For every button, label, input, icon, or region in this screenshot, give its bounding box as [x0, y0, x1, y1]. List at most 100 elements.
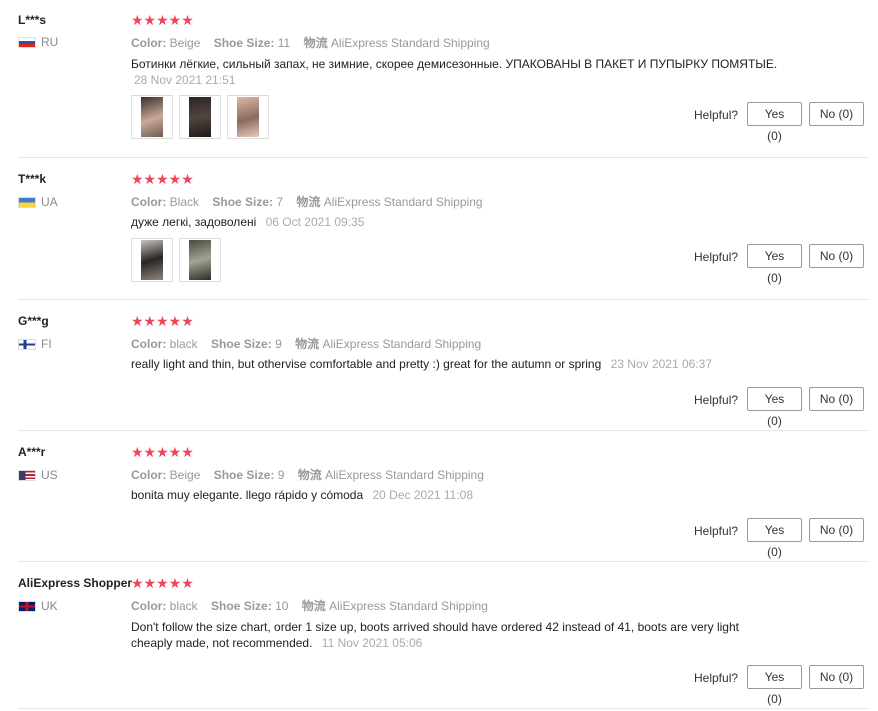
reviewer-name: AliExpress Shopper — [18, 576, 133, 590]
boot-photo-icon — [141, 97, 163, 137]
flag-ru-icon — [18, 36, 36, 48]
review-photos — [131, 238, 227, 282]
review-text: Ботинки лёгкие, сильный запах, не зимние… — [131, 56, 831, 88]
boot-photo-icon — [189, 240, 211, 280]
flag-uk-icon — [18, 600, 36, 612]
review-photo-thumb[interactable] — [131, 95, 173, 139]
reviewer-name: L***s — [18, 13, 47, 27]
star-rating: ★★★★★ — [131, 171, 194, 187]
shipping-label: 物流 — [301, 599, 326, 613]
review-photo-thumb[interactable] — [227, 95, 269, 139]
helpful-label: Helpful? — [694, 524, 739, 538]
helpful-no-button[interactable]: No (0) — [809, 102, 864, 126]
star-rating: ★★★★★ — [131, 313, 194, 329]
divider — [18, 430, 869, 431]
reviewer-name: T***k — [18, 172, 47, 186]
color-value: Beige — [169, 36, 201, 50]
helpful-yes-button[interactable]: Yes (0) — [747, 518, 802, 559]
divider — [18, 708, 869, 709]
helpful-no-button[interactable]: No (0) — [809, 518, 864, 542]
shipping-value: AliExpress Standard Shipping — [325, 468, 484, 482]
review-text: дуже легкі, задоволені 06 Oct 2021 09:35 — [131, 214, 831, 230]
color-label: Color: — [131, 337, 167, 351]
review-date: 11 Nov 2021 05:06 — [321, 636, 423, 650]
helpful-no-button[interactable]: No (0) — [809, 244, 864, 268]
review-attributes: Color: Beige Shoe Size: 11 物流 AliExpress… — [131, 34, 490, 51]
helpful-label: Helpful? — [694, 108, 739, 122]
size-value: 11 — [277, 36, 291, 50]
color-label: Color: — [131, 468, 167, 482]
review-body: bonita muy elegante. llego rápido y cómo… — [131, 488, 364, 502]
star-rating: ★★★★★ — [131, 12, 194, 28]
shipping-label: 物流 — [296, 195, 321, 209]
shipping-value: AliExpress Standard Shipping — [330, 36, 490, 50]
size-label: Shoe Size: — [211, 337, 272, 351]
review-attributes: Color: black Shoe Size: 9 物流 AliExpress … — [131, 335, 481, 352]
flag-us-icon — [18, 469, 36, 481]
helpful-yes-button[interactable]: Yes (0) — [747, 665, 802, 706]
boot-photo-icon — [237, 97, 259, 137]
helpful-no-button[interactable]: No (0) — [809, 665, 864, 689]
review-text: Don't follow the size chart, order 1 siz… — [131, 619, 771, 651]
color-label: Color: — [131, 599, 167, 613]
size-value: 10 — [275, 599, 289, 613]
review-text: bonita muy elegante. llego rápido y cómo… — [131, 487, 831, 503]
review-date: 28 Nov 2021 21:51 — [134, 73, 236, 87]
review-photo-thumb[interactable] — [179, 238, 221, 282]
helpful-label: Helpful? — [694, 393, 739, 407]
size-label: Shoe Size: — [213, 468, 275, 482]
review-attributes: Color: Black Shoe Size: 7 物流 AliExpress … — [131, 193, 483, 210]
reviewer-country: US — [18, 468, 58, 482]
size-value: 7 — [276, 195, 284, 209]
shipping-label: 物流 — [297, 468, 322, 482]
review-date: 20 Dec 2021 11:08 — [372, 488, 474, 502]
reviewer-country: FI — [18, 337, 52, 351]
star-rating: ★★★★★ — [131, 444, 194, 460]
reviewer-name: G***g — [18, 314, 49, 328]
divider — [18, 561, 869, 562]
country-code: UK — [41, 599, 58, 613]
helpful-label: Helpful? — [694, 250, 739, 264]
size-label: Shoe Size: — [211, 599, 272, 613]
flag-fi-icon — [18, 338, 36, 350]
country-code: US — [41, 468, 58, 482]
helpful-yes-button[interactable]: Yes (0) — [747, 244, 802, 285]
review-photo-thumb[interactable] — [179, 95, 221, 139]
review-photos — [131, 95, 275, 139]
country-code: UA — [41, 195, 58, 209]
boot-photo-icon — [141, 240, 163, 280]
review-attributes: Color: Beige Shoe Size: 9 物流 AliExpress … — [131, 466, 484, 483]
color-value: black — [169, 599, 198, 613]
review-date: 23 Nov 2021 06:37 — [610, 357, 713, 371]
color-value: Beige — [169, 468, 201, 482]
size-value: 9 — [275, 337, 282, 351]
country-code: RU — [41, 35, 59, 49]
reviewer-country: UA — [18, 195, 58, 209]
divider — [18, 299, 869, 300]
shipping-value: AliExpress Standard Shipping — [322, 337, 482, 351]
review-body: дуже легкі, задоволені — [131, 215, 257, 229]
shipping-value: AliExpress Standard Shipping — [329, 599, 488, 613]
review-body: Don't follow the size chart, order 1 siz… — [131, 620, 739, 650]
color-label: Color: — [131, 36, 167, 50]
color-label: Color: — [131, 195, 167, 209]
review-body: really light and thin, but othervise com… — [131, 357, 602, 371]
helpful-no-button[interactable]: No (0) — [809, 387, 864, 411]
review-body: Ботинки лёгкие, сильный запах, не зимние… — [131, 57, 778, 71]
flag-ua-icon — [18, 196, 36, 208]
size-value: 9 — [277, 468, 285, 482]
reviewer-country: RU — [18, 35, 58, 49]
boot-photo-icon — [189, 97, 211, 137]
divider — [18, 157, 869, 158]
size-label: Shoe Size: — [213, 36, 275, 50]
star-rating: ★★★★★ — [131, 575, 194, 591]
helpful-yes-button[interactable]: Yes (0) — [747, 387, 802, 428]
helpful-yes-button[interactable]: Yes (0) — [747, 102, 802, 143]
reviewer-country: UK — [18, 599, 58, 613]
review-attributes: Color: black Shoe Size: 10 物流 AliExpress… — [131, 597, 488, 614]
reviewer-name: A***r — [18, 445, 46, 459]
shipping-value: AliExpress Standard Shipping — [323, 195, 483, 209]
color-value: black — [169, 337, 198, 351]
country-code: FI — [41, 337, 52, 351]
review-photo-thumb[interactable] — [131, 238, 173, 282]
